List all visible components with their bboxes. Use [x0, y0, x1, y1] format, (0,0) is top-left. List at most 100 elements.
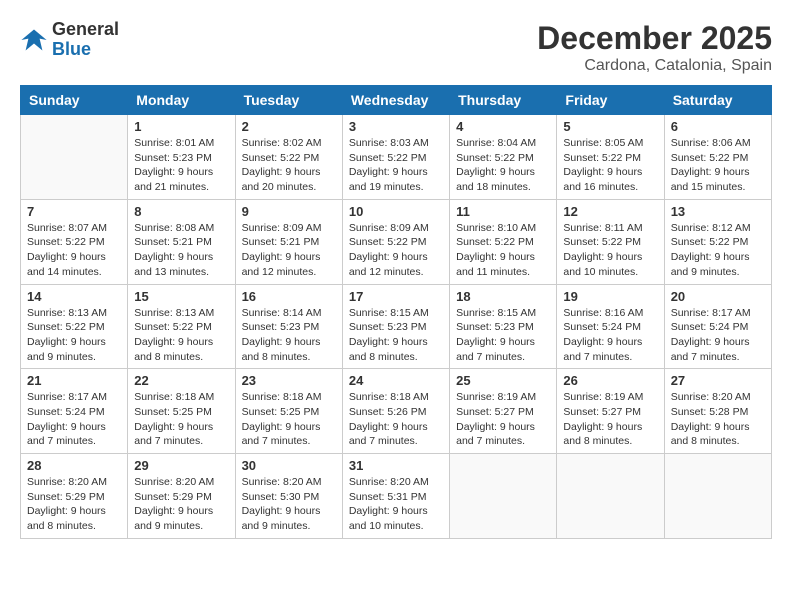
- day-number: 24: [349, 373, 443, 388]
- calendar-cell: 4 Sunrise: 8:04 AMSunset: 5:22 PMDaylight…: [450, 115, 557, 200]
- calendar-cell: 8 Sunrise: 8:08 AMSunset: 5:21 PMDaylight…: [128, 199, 235, 284]
- day-info: Sunrise: 8:13 AMSunset: 5:22 PMDaylight:…: [27, 306, 121, 365]
- calendar-cell: [450, 454, 557, 539]
- calendar-cell: 5Sunrise: 8:05 AMSunset: 5:22 PMDaylight…: [557, 115, 664, 200]
- day-number: 8: [134, 204, 228, 219]
- calendar-cell: 9 Sunrise: 8:09 AMSunset: 5:21 PMDaylight…: [235, 199, 342, 284]
- weekday-header-thursday: Thursday: [450, 86, 557, 115]
- calendar-cell: [664, 454, 771, 539]
- day-number: 23: [242, 373, 336, 388]
- location-title: Cardona, Catalonia, Spain: [537, 57, 772, 75]
- calendar-cell: 30 Sunrise: 8:20 AMSunset: 5:30 PMDayligh…: [235, 454, 342, 539]
- day-number: 7: [27, 204, 121, 219]
- day-info: Sunrise: 8:13 AMSunset: 5:22 PMDaylight:…: [134, 306, 228, 365]
- day-info: Sunrise: 8:15 AMSunset: 5:23 PMDaylight:…: [456, 306, 550, 365]
- calendar-cell: 20Sunrise: 8:17 AMSunset: 5:24 PMDayligh…: [664, 284, 771, 369]
- day-number: 31: [349, 458, 443, 473]
- calendar-cell: 14 Sunrise: 8:13 AMSunset: 5:22 PMDayligh…: [21, 284, 128, 369]
- weekday-header-tuesday: Tuesday: [235, 86, 342, 115]
- day-number: 2: [242, 119, 336, 134]
- calendar-cell: 26 Sunrise: 8:19 AMSunset: 5:27 PMDayligh…: [557, 369, 664, 454]
- day-number: 6: [671, 119, 765, 134]
- day-info: Sunrise: 8:08 AMSunset: 5:21 PMDaylight:…: [134, 221, 228, 280]
- day-info: Sunrise: 8:20 AMSunset: 5:28 PMDaylight:…: [671, 390, 765, 449]
- day-number: 28: [27, 458, 121, 473]
- day-info: Sunrise: 8:17 AMSunset: 5:24 PMDaylight:…: [671, 306, 765, 365]
- day-info: Sunrise: 8:10 AMSunset: 5:22 PMDaylight:…: [456, 221, 550, 280]
- weekday-header-friday: Friday: [557, 86, 664, 115]
- page-header: General Blue December 2025 Cardona, Cata…: [20, 20, 772, 75]
- logo-bird-icon: [20, 26, 48, 54]
- day-info: Sunrise: 8:20 AMSunset: 5:29 PMDaylight:…: [27, 475, 121, 534]
- day-info: Sunrise: 8:20 AMSunset: 5:30 PMDaylight:…: [242, 475, 336, 534]
- day-number: 9: [242, 204, 336, 219]
- day-info: Sunrise: 8:19 AMSunset: 5:27 PMDaylight:…: [563, 390, 657, 449]
- calendar-cell: [557, 454, 664, 539]
- day-info: Sunrise: 8:17 AMSunset: 5:24 PMDaylight:…: [27, 390, 121, 449]
- day-number: 14: [27, 289, 121, 304]
- calendar-week-2: 7 Sunrise: 8:07 AMSunset: 5:22 PMDaylight…: [21, 199, 772, 284]
- title-block: December 2025 Cardona, Catalonia, Spain: [537, 20, 772, 75]
- day-number: 10: [349, 204, 443, 219]
- day-number: 25: [456, 373, 550, 388]
- day-info: Sunrise: 8:09 AMSunset: 5:21 PMDaylight:…: [242, 221, 336, 280]
- day-number: 12: [563, 204, 657, 219]
- logo-line2: Blue: [52, 39, 91, 59]
- day-number: 3: [349, 119, 443, 134]
- day-info: Sunrise: 8:09 AMSunset: 5:22 PMDaylight:…: [349, 221, 443, 280]
- calendar-body: 1Sunrise: 8:01 AMSunset: 5:23 PMDaylight…: [21, 115, 772, 539]
- calendar-week-3: 14 Sunrise: 8:13 AMSunset: 5:22 PMDayligh…: [21, 284, 772, 369]
- calendar-week-5: 28 Sunrise: 8:20 AMSunset: 5:29 PMDayligh…: [21, 454, 772, 539]
- calendar-cell: 16Sunrise: 8:14 AMSunset: 5:23 PMDayligh…: [235, 284, 342, 369]
- calendar-cell: 6 Sunrise: 8:06 AMSunset: 5:22 PMDaylight…: [664, 115, 771, 200]
- day-info: Sunrise: 8:03 AMSunset: 5:22 PMDaylight:…: [349, 136, 443, 195]
- day-info: Sunrise: 8:18 AMSunset: 5:25 PMDaylight:…: [242, 390, 336, 449]
- calendar-cell: 22Sunrise: 8:18 AMSunset: 5:25 PMDayligh…: [128, 369, 235, 454]
- day-info: Sunrise: 8:02 AMSunset: 5:22 PMDaylight:…: [242, 136, 336, 195]
- calendar-cell: 29Sunrise: 8:20 AMSunset: 5:29 PMDayligh…: [128, 454, 235, 539]
- calendar-cell: 7 Sunrise: 8:07 AMSunset: 5:22 PMDaylight…: [21, 199, 128, 284]
- day-info: Sunrise: 8:18 AMSunset: 5:25 PMDaylight:…: [134, 390, 228, 449]
- calendar-cell: 11 Sunrise: 8:10 AMSunset: 5:22 PMDayligh…: [450, 199, 557, 284]
- day-number: 4: [456, 119, 550, 134]
- logo-text: General Blue: [52, 20, 119, 60]
- day-number: 11: [456, 204, 550, 219]
- calendar-cell: 1Sunrise: 8:01 AMSunset: 5:23 PMDaylight…: [128, 115, 235, 200]
- day-number: 26: [563, 373, 657, 388]
- calendar-cell: 25 Sunrise: 8:19 AMSunset: 5:27 PMDayligh…: [450, 369, 557, 454]
- day-info: Sunrise: 8:06 AMSunset: 5:22 PMDaylight:…: [671, 136, 765, 195]
- calendar-cell: 17 Sunrise: 8:15 AMSunset: 5:23 PMDayligh…: [342, 284, 449, 369]
- calendar-cell: 12 Sunrise: 8:11 AMSunset: 5:22 PMDayligh…: [557, 199, 664, 284]
- day-info: Sunrise: 8:19 AMSunset: 5:27 PMDaylight:…: [456, 390, 550, 449]
- calendar-header: SundayMondayTuesdayWednesdayThursdayFrid…: [21, 86, 772, 115]
- day-number: 29: [134, 458, 228, 473]
- logo: General Blue: [20, 20, 119, 60]
- day-info: Sunrise: 8:20 AMSunset: 5:31 PMDaylight:…: [349, 475, 443, 534]
- day-info: Sunrise: 8:07 AMSunset: 5:22 PMDaylight:…: [27, 221, 121, 280]
- calendar-week-4: 21Sunrise: 8:17 AMSunset: 5:24 PMDayligh…: [21, 369, 772, 454]
- day-info: Sunrise: 8:11 AMSunset: 5:22 PMDaylight:…: [563, 221, 657, 280]
- day-info: Sunrise: 8:15 AMSunset: 5:23 PMDaylight:…: [349, 306, 443, 365]
- calendar-cell: 2 Sunrise: 8:02 AMSunset: 5:22 PMDaylight…: [235, 115, 342, 200]
- day-number: 18: [456, 289, 550, 304]
- calendar-cell: 24Sunrise: 8:18 AMSunset: 5:26 PMDayligh…: [342, 369, 449, 454]
- calendar-cell: 23 Sunrise: 8:18 AMSunset: 5:25 PMDayligh…: [235, 369, 342, 454]
- calendar-cell: 28 Sunrise: 8:20 AMSunset: 5:29 PMDayligh…: [21, 454, 128, 539]
- day-number: 1: [134, 119, 228, 134]
- day-number: 19: [563, 289, 657, 304]
- calendar-cell: 18 Sunrise: 8:15 AMSunset: 5:23 PMDayligh…: [450, 284, 557, 369]
- day-info: Sunrise: 8:16 AMSunset: 5:24 PMDaylight:…: [563, 306, 657, 365]
- day-number: 30: [242, 458, 336, 473]
- day-info: Sunrise: 8:04 AMSunset: 5:22 PMDaylight:…: [456, 136, 550, 195]
- calendar-cell: 19 Sunrise: 8:16 AMSunset: 5:24 PMDayligh…: [557, 284, 664, 369]
- day-number: 5: [563, 119, 657, 134]
- weekday-header-saturday: Saturday: [664, 86, 771, 115]
- calendar-cell: [21, 115, 128, 200]
- calendar-week-1: 1Sunrise: 8:01 AMSunset: 5:23 PMDaylight…: [21, 115, 772, 200]
- day-number: 17: [349, 289, 443, 304]
- day-info: Sunrise: 8:12 AMSunset: 5:22 PMDaylight:…: [671, 221, 765, 280]
- month-title: December 2025: [537, 20, 772, 57]
- logo-line1: General: [52, 19, 119, 39]
- calendar-cell: 13Sunrise: 8:12 AMSunset: 5:22 PMDayligh…: [664, 199, 771, 284]
- weekday-header-monday: Monday: [128, 86, 235, 115]
